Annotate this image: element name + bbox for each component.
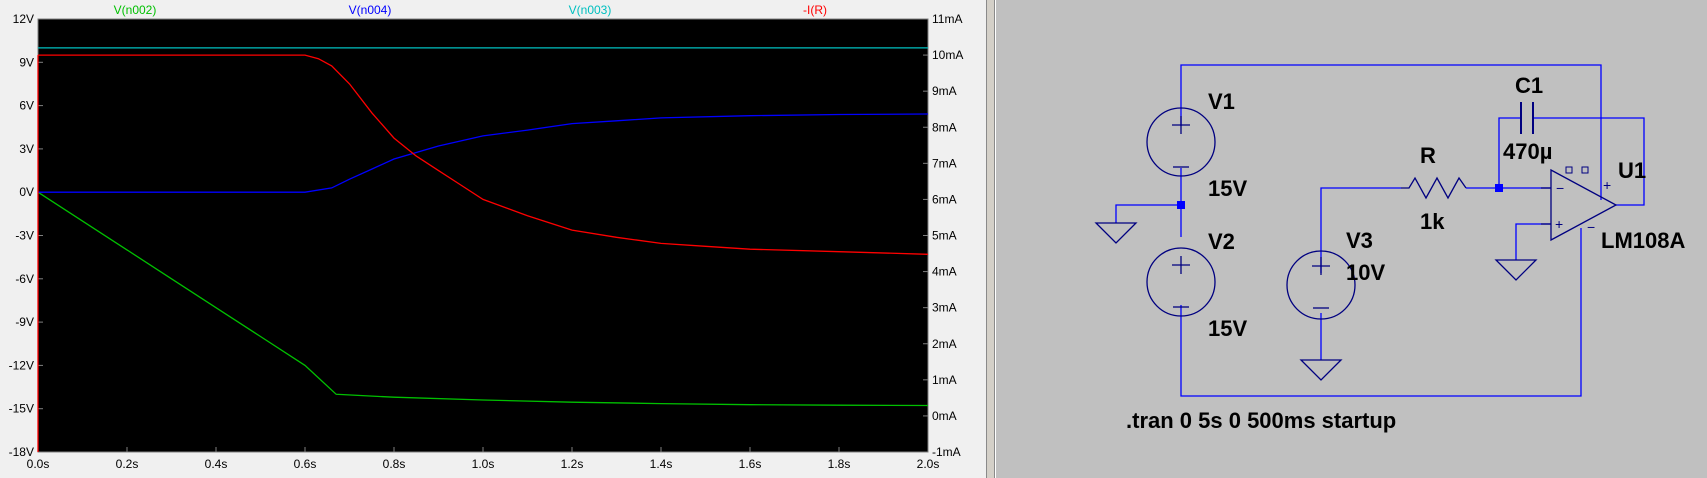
- ground-symbol[interactable]: [1094, 222, 1138, 244]
- v3-ref-label: V3: [1346, 228, 1373, 253]
- y-right-tick-label: 6mA: [932, 192, 957, 206]
- svg-text:+: +: [1603, 177, 1611, 193]
- y-left-tick-label: 3V: [19, 142, 34, 156]
- ground-symbol[interactable]: [1299, 359, 1343, 381]
- x-tick-label: 0.2s: [116, 457, 139, 471]
- resistor-r[interactable]: [1401, 176, 1467, 200]
- y-left-tick-label: -12V: [9, 358, 34, 372]
- x-tick-label: 2.0s: [917, 457, 940, 471]
- svg-text:+: +: [1555, 216, 1563, 232]
- trace-label[interactable]: V(n004): [349, 3, 392, 17]
- y-right-tick-label: 11mA: [932, 12, 962, 26]
- v1-value-label: 15V: [1208, 176, 1247, 201]
- plot-area[interactable]: [37, 18, 929, 453]
- y-left-tick-label: -6V: [15, 272, 34, 286]
- voltage-source-v1[interactable]: [1146, 107, 1216, 177]
- v2-value-label: 15V: [1208, 316, 1247, 341]
- trace-label[interactable]: V(n003): [569, 3, 612, 17]
- schematic-editor-pane[interactable]: V1 15V V2 15V V3 10V R 1k C1 470µ − + + …: [995, 0, 1707, 478]
- schematic-canvas[interactable]: V1 15V V2 15V V3 10V R 1k C1 470µ − + + …: [996, 0, 1707, 478]
- waveform-viewer-pane[interactable]: 12V 9V 6V 3V 0V -3V -6V -9V -12V -15V -18V 11mA 10m…: [0, 0, 986, 478]
- r-ref-label: R: [1420, 143, 1436, 168]
- c1-value-label: 470µ: [1503, 139, 1552, 164]
- y-right-tick-label: 2mA: [932, 337, 957, 351]
- svg-text:−: −: [1556, 180, 1564, 196]
- wire[interactable]: [1115, 204, 1181, 223]
- x-tick-label: 1.0s: [472, 457, 495, 471]
- waveform-plot[interactable]: 12V9V6V3V0V-3V-6V-9V-12V-15V-18V 11mA10m…: [0, 0, 986, 478]
- wires: [1115, 64, 1645, 397]
- wire[interactable]: [1515, 223, 1551, 260]
- spice-directive[interactable]: .tran 0 5s 0 500ms startup: [1126, 408, 1396, 433]
- y-left-tick-label: -9V: [15, 315, 34, 329]
- v3-value-label: 10V: [1346, 260, 1385, 285]
- x-tick-label: 0.0s: [27, 457, 50, 471]
- x-tick-label: 1.8s: [828, 457, 851, 471]
- junction-dot: [1177, 201, 1185, 209]
- x-tick-label: 1.4s: [650, 457, 673, 471]
- x-tick-label: 0.4s: [205, 457, 228, 471]
- y-left-tick-label: -15V: [9, 402, 34, 416]
- y-right-tick-label: 10mA: [932, 48, 963, 62]
- y-right-tick-label: 4mA: [932, 265, 957, 279]
- u1-ref-label: U1: [1618, 158, 1646, 183]
- y-left-tick-label: 0V: [19, 185, 34, 199]
- y-right-tick-label: 1mA: [932, 373, 957, 387]
- y-left-tick-label: -3V: [15, 229, 34, 243]
- u1-value-label: LM108A: [1601, 228, 1685, 253]
- y-left-tick-label: 12V: [13, 12, 34, 26]
- y-right-tick-label: 3mA: [932, 301, 957, 315]
- x-tick-label: 1.6s: [739, 457, 762, 471]
- trace-label[interactable]: V(n002): [114, 3, 157, 17]
- r-value-label: 1k: [1420, 209, 1445, 234]
- y-right-tick-label: 5mA: [932, 229, 957, 243]
- y-left-tick-label: 6V: [19, 99, 34, 113]
- x-tick-label: 1.2s: [561, 457, 584, 471]
- svg-text:−: −: [1587, 219, 1595, 235]
- y-right-tick-label: 8mA: [932, 120, 957, 134]
- ground-symbol[interactable]: [1494, 259, 1538, 281]
- v2-ref-label: V2: [1208, 229, 1235, 254]
- wire[interactable]: [1180, 228, 1582, 397]
- y-right-tick-label: 0mA: [932, 409, 957, 423]
- y-left-tick-label: 9V: [19, 55, 34, 69]
- junction-dot: [1495, 184, 1503, 192]
- capacitor-c1[interactable]: [1520, 102, 1534, 134]
- pane-splitter[interactable]: [986, 0, 995, 478]
- y-right-tick-label: 7mA: [932, 156, 957, 170]
- voltage-source-v3[interactable]: [1286, 250, 1356, 320]
- x-tick-label: 0.6s: [294, 457, 317, 471]
- c1-ref-label: C1: [1515, 73, 1543, 98]
- y-right-tick-label: 9mA: [932, 84, 957, 98]
- x-tick-label: 0.8s: [383, 457, 406, 471]
- v1-ref-label: V1: [1208, 89, 1235, 114]
- trace-label[interactable]: -I(R): [803, 3, 827, 17]
